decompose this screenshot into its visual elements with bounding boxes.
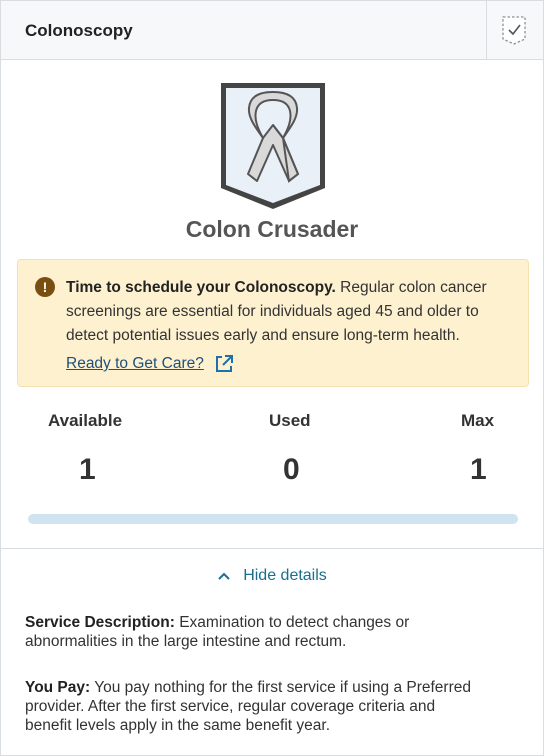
awareness-ribbon-shield-icon [218,80,328,212]
available-label: Available [48,411,123,430]
schedule-alert: ! Time to schedule your Colonoscopy. Reg… [17,259,529,387]
you-pay-label: You Pay: [25,679,91,696]
external-link-icon[interactable] [214,354,234,374]
checked-badge-icon[interactable] [501,15,527,45]
max-label: Max [461,411,495,430]
hide-details-toggle[interactable]: Hide details [1,567,543,585]
you-pay: You Pay: You pay nothing for the first s… [25,678,485,735]
you-pay-text: You pay nothing for the first service if… [25,679,471,734]
card-title: Colonoscopy [25,21,133,40]
service-description-label: Service Description: [25,614,175,631]
badge-name: Colon Crusader [185,216,359,242]
benefit-card: Colonoscopy Colon Crusader ! Time to sch… [0,0,544,756]
available-value: 1 [79,453,96,486]
get-care-link-row: Ready to Get Care? [66,352,234,376]
used-value: 0 [283,453,300,486]
hide-details-label: Hide details [243,567,327,584]
used-label: Used [269,411,311,430]
exclamation-icon: ! [35,277,55,297]
section-divider [1,548,543,549]
ready-to-get-care-link[interactable]: Ready to Get Care? [66,355,204,373]
alert-message: Time to schedule your Colonoscopy. Regul… [66,276,516,348]
max-value: 1 [470,453,487,486]
chevron-up-icon [217,569,231,583]
service-description: Service Description: Examination to dete… [25,613,485,651]
usage-progress-bar [28,514,518,524]
header-divider [486,1,487,59]
card-header: Colonoscopy [1,1,543,60]
alert-title: Time to schedule your Colonoscopy. [66,279,336,296]
